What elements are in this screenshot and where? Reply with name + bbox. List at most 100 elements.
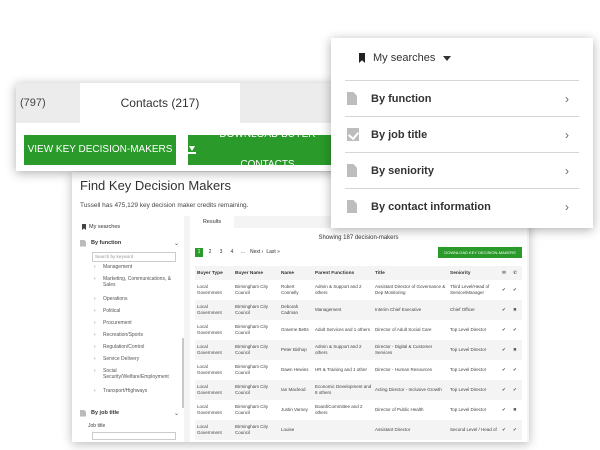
download-buyer-contacts-button[interactable]: DOWNLOAD BUYER CONTACTS (188, 129, 334, 170)
cell-phone: ✖ (511, 300, 522, 320)
cell-email: ✔ (500, 300, 511, 320)
chevron-right-icon: › (94, 356, 96, 362)
table-row[interactable]: Local Government Birmingham City Council P… (195, 340, 522, 360)
document-icon (347, 200, 357, 213)
keyword-search-input[interactable]: Search by keyword (92, 252, 176, 262)
cell-title: Director of Public Health (375, 407, 424, 412)
function-item[interactable]: › Regulation/Control (92, 344, 178, 356)
my-searches-toggle[interactable]: My searches (78, 220, 182, 234)
filter-label: By function (91, 240, 122, 246)
cell-func: Admin & Support and 2 others (315, 284, 362, 295)
function-item[interactable]: › Management (92, 264, 178, 276)
filter-label: By job title (91, 410, 120, 416)
search-item-by-seniority[interactable]: By seniority › (345, 152, 579, 188)
view-key-decision-makers-button[interactable]: VIEW KEY DECISION-MAKERS (24, 135, 176, 165)
search-item-by-job-title[interactable]: By job title › (345, 116, 579, 152)
job-title-input[interactable] (92, 432, 176, 440)
function-item[interactable]: › Social Security/Welfare/Employment (92, 368, 178, 388)
chevron-right-icon: › (94, 388, 96, 394)
cell-seniority: Third Level/Head of Service/Manager (450, 284, 490, 295)
caret-down-icon (443, 55, 452, 61)
cell-email: ✔ (502, 327, 506, 332)
table-row[interactable]: Local Government Birmingham City Council D… (195, 300, 522, 320)
column-header[interactable]: Buyer Type (195, 266, 233, 280)
search-item-label: By job title (371, 128, 428, 141)
function-item[interactable]: › Procurement (92, 320, 178, 332)
cell-buyer: Birmingham City Council (235, 324, 269, 335)
function-item[interactable]: › Operations (92, 296, 178, 308)
function-item[interactable]: › Service Delivery (92, 356, 178, 368)
cell-func: Management (313, 300, 373, 320)
tab-previous-count[interactable]: (797) (16, 83, 80, 123)
filter-by-function[interactable]: By function ⌄ (78, 236, 182, 250)
cell-title: Director - Human Resources (375, 367, 433, 372)
cell-func (313, 420, 373, 440)
table-row[interactable]: Local Government Birmingham City Council R… (195, 280, 522, 300)
cell-func: Board/Committee and 2 others (315, 404, 363, 415)
chevron-right-icon: › (94, 368, 96, 374)
search-item-by-function[interactable]: By function › (345, 80, 579, 116)
cell-seniority: Top Level Director (448, 380, 500, 400)
cell-buyer: Birmingham City Council (233, 300, 279, 320)
search-item-by-contact-information[interactable]: By contact information › (345, 188, 579, 224)
cell-seniority: Top Level Director (450, 327, 487, 332)
cell-type: Local Government (195, 420, 233, 440)
cell-phone: ✖ (513, 407, 517, 412)
tab-contacts[interactable]: Contacts (217) (80, 83, 240, 123)
column-header[interactable]: Seniority (448, 266, 500, 280)
column-header[interactable]: Parent Functions (313, 266, 373, 280)
chevron-right-icon: › (94, 320, 96, 326)
cell-buyer: Birmingham City Council (233, 340, 279, 360)
pagination: 1 2 3 4 ... Next › Last » (195, 248, 280, 257)
chevron-down-icon: ⌄ (173, 240, 179, 247)
chevron-right-icon: › (94, 332, 96, 338)
function-list: › Management › Marketing, Communications, … (92, 264, 178, 404)
cell-func: Admin & Support and 2 others (313, 340, 373, 360)
page-link[interactable]: 3 (217, 248, 225, 257)
table-row[interactable]: Local Government Birmingham City Council G… (195, 320, 522, 340)
my-searches-dropdown[interactable]: My searches (359, 52, 452, 64)
cell-name: Dawn Hewins (281, 367, 309, 372)
cell-phone: ✖ (511, 340, 522, 360)
cell-type: Local Government (197, 284, 222, 295)
cell-email: ✔ (502, 407, 506, 412)
function-item[interactable]: › Marketing, Communications, & Sales (92, 276, 178, 296)
cell-type: Local Government (197, 364, 222, 375)
cell-buyer: Birmingham City Council (233, 420, 279, 440)
download-decision-makers-button[interactable]: DOWNLOAD KEY DECISION-MAKERS (438, 247, 522, 258)
my-searches-label: My searches (89, 224, 121, 230)
email-icon: ✉ (500, 266, 511, 280)
function-item[interactable]: › Political (92, 308, 178, 320)
my-searches-card: My searches By function › By job title ›… (331, 38, 593, 228)
cell-type: Local Government (195, 340, 233, 360)
function-item[interactable]: › Recreation/Sports (92, 332, 178, 344)
last-page-link[interactable]: Last » (266, 248, 280, 257)
table-row[interactable]: Local Government Birmingham City Council L… (195, 420, 522, 440)
cell-email: ✔ (500, 340, 511, 360)
column-header[interactable]: Buyer Name (233, 266, 279, 280)
filter-by-job-title[interactable]: By job title ⌄ (78, 406, 182, 420)
page-link[interactable]: 2 (206, 248, 214, 257)
page-link[interactable]: 1 (195, 248, 203, 257)
next-page-link[interactable]: Next › (250, 248, 263, 257)
job-title-label: Job title (88, 423, 106, 429)
cell-type: Local Government (197, 324, 222, 335)
cell-seniority: Second Level / Head of (448, 420, 500, 440)
chevron-right-icon: › (565, 127, 569, 142)
function-item[interactable]: › Transport/Highways (92, 388, 178, 400)
table-row[interactable]: Local Government Birmingham City Council D… (195, 360, 522, 380)
page-link[interactable]: 4 (228, 248, 236, 257)
cell-phone: ✔ (511, 420, 522, 440)
tab-results[interactable]: Results (190, 216, 234, 228)
cell-seniority: Top Level Director (450, 367, 487, 372)
chevron-right-icon: › (565, 163, 569, 178)
cell-seniority: Chief Officer (448, 300, 500, 320)
table-row[interactable]: Local Government Birmingham City Council J… (195, 400, 522, 420)
cell-title: Assistant Director of Governance & Dep M… (375, 284, 446, 295)
column-header[interactable]: Title (373, 266, 448, 280)
column-header[interactable]: Name (279, 266, 313, 280)
cell-seniority: Top Level Director (448, 340, 500, 360)
table-row[interactable]: Local Government Birmingham City Council I… (195, 380, 522, 400)
chevron-down-icon: ⌄ (173, 410, 179, 417)
download-buyer-contacts-label: DOWNLOAD BUYER CONTACTS (219, 129, 316, 170)
